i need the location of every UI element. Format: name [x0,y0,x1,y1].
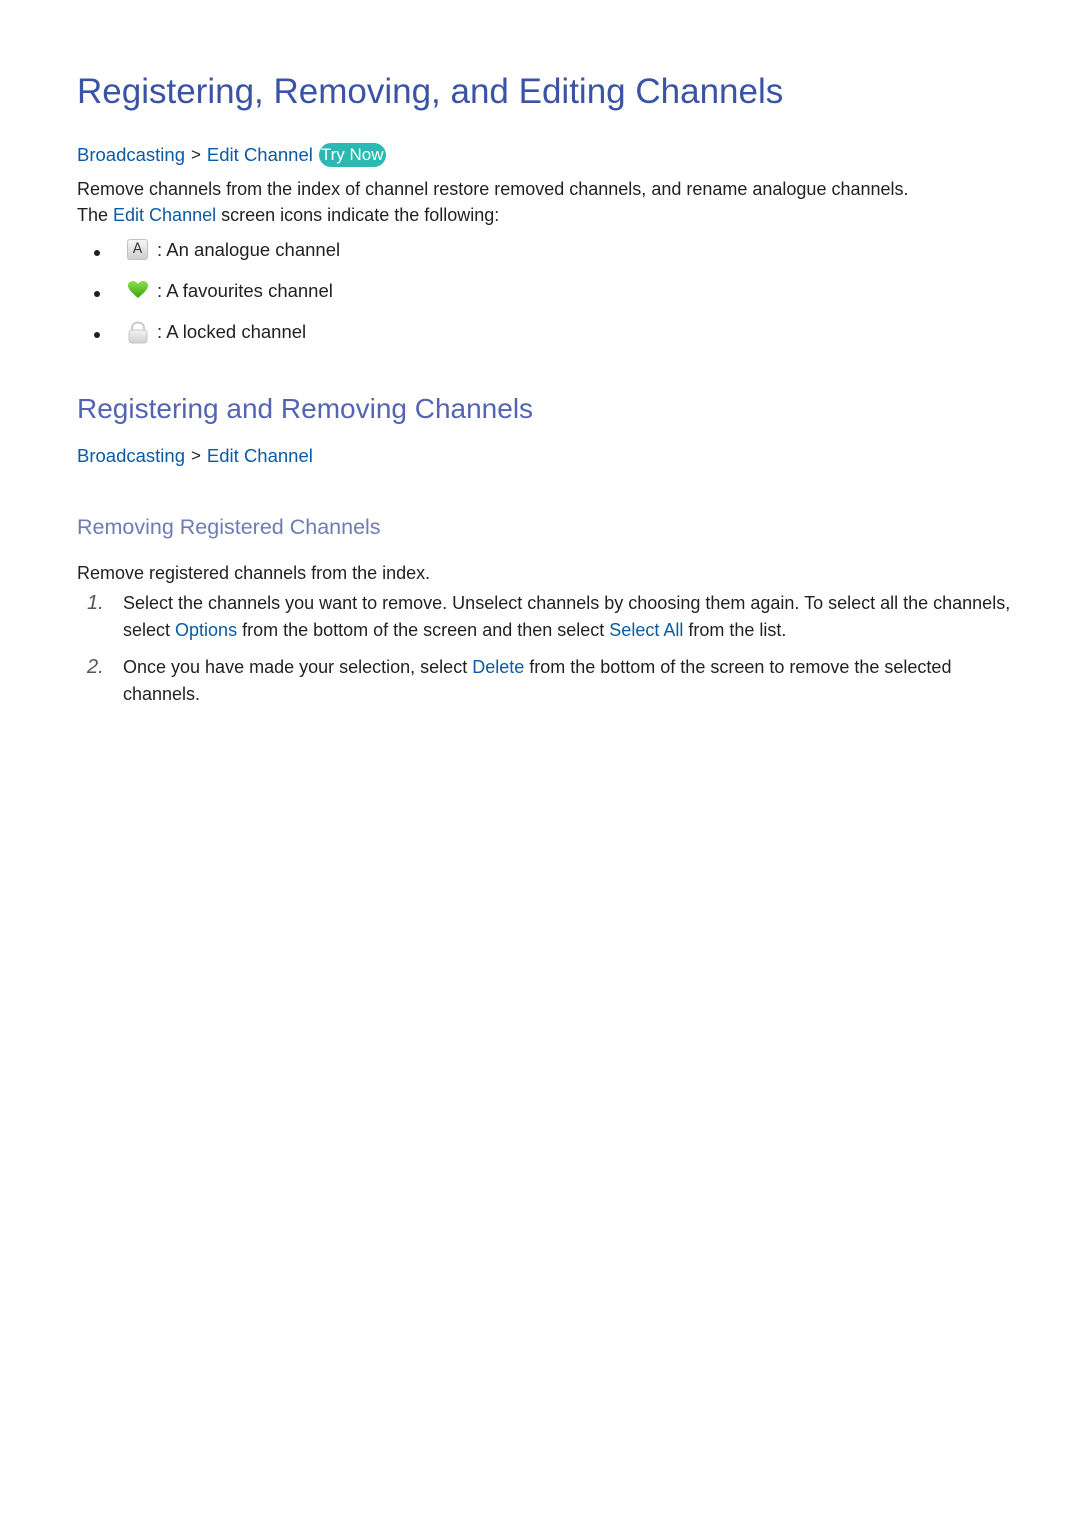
analogue-icon: A [127,239,149,261]
options-link[interactable]: Options [175,620,237,640]
page-title: Registering, Removing, and Editing Chann… [77,72,784,111]
breadcrumb-broadcasting[interactable]: Broadcasting [77,144,185,166]
section-heading: Registering and Removing Channels [77,393,534,424]
intro-line-2: The Edit Channel screen icons indicate t… [77,205,500,225]
bullet-dot [94,291,100,297]
intro-line-1: Remove channels from the index of channe… [77,179,909,199]
legend-text: : A favourites channel [157,280,333,301]
legend-text: : An analogue channel [157,239,341,260]
breadcrumb-broadcasting[interactable]: Broadcasting [77,445,185,467]
try-now-button[interactable]: Try Now [318,143,386,167]
steps-list: 1. Select the channels you want to remov… [77,590,1017,718]
chevron-right-icon: > [190,145,201,164]
lock-icon [127,321,149,344]
step-item: 2. Once you have made your selection, se… [87,656,952,704]
select-all-link[interactable]: Select All [609,620,683,640]
breadcrumb: Broadcasting > Edit Channel Try Now [77,143,386,167]
edit-channel-link[interactable]: Edit Channel [113,205,216,225]
delete-link[interactable]: Delete [472,657,524,677]
intro-paragraph: Remove channels from the index of channe… [77,176,1017,228]
legend-text: : A locked channel [157,321,307,342]
step-number: 2. [87,656,104,678]
breadcrumb-edit-channel[interactable]: Edit Channel [207,445,313,467]
bullet-dot [94,250,100,256]
bullet-dot [94,332,100,338]
chevron-right-icon: > [190,446,201,465]
step-item: 1. Select the channels you want to remov… [87,592,1011,640]
breadcrumb-edit-channel[interactable]: Edit Channel [207,144,313,166]
section-breadcrumb: Broadcasting > Edit Channel [77,445,313,467]
heart-icon [127,280,149,302]
subsection-intro: Remove registered channels from the inde… [77,563,431,583]
step-number: 1. [87,592,104,614]
subsection-heading: Removing Registered Channels [77,515,381,539]
